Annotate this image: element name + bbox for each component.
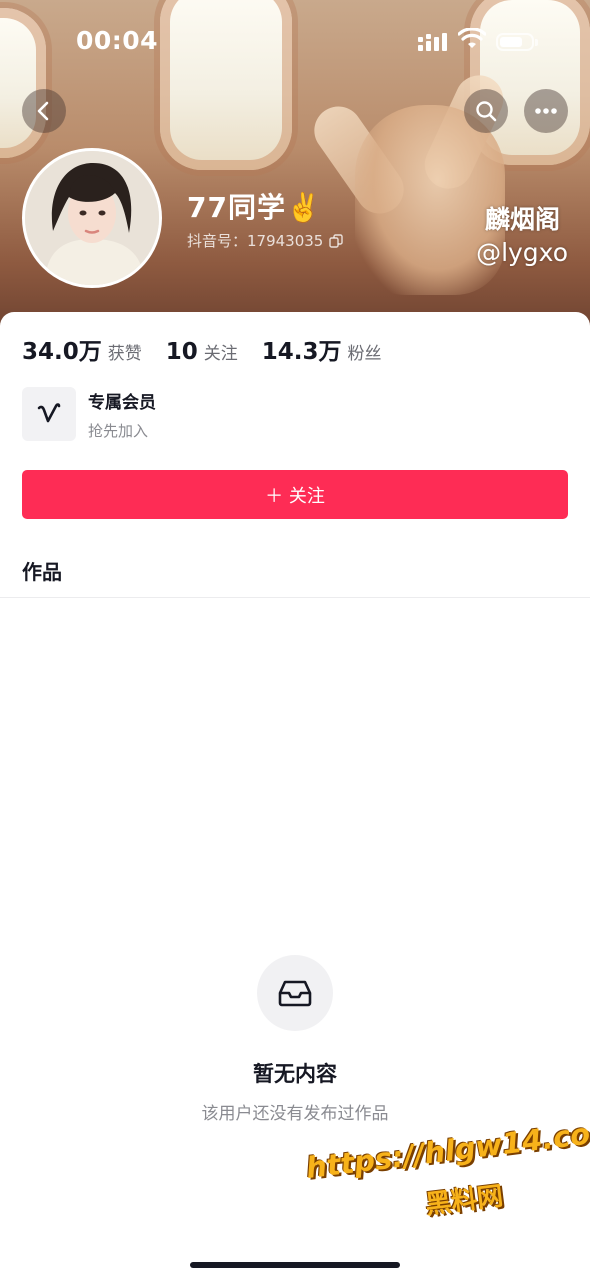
inbox-tray-icon [278,980,312,1007]
cellular-signal-icon [418,33,447,51]
wifi-icon [458,28,486,48]
stat-label: 粉丝 [347,344,382,364]
membership-subtitle: 抢先加入 [88,421,149,440]
membership-entry[interactable]: 专属会员 抢先加入 [22,387,156,441]
profile-cover: 00:04 77同学✌️ 抖音号：17943035 麟烟阁 @lygxo [0,0,590,330]
more-options-button[interactable] [524,89,568,133]
empty-state-title: 暂无内容 [253,1062,337,1086]
back-button[interactable] [22,89,66,133]
divider [0,597,590,598]
stat-followers[interactable]: 14.3万 粉丝 [262,332,382,366]
empty-state-icon [257,955,333,1031]
search-icon [476,101,497,122]
membership-icon [22,387,76,441]
stat-label: 关注 [203,344,238,364]
avatar[interactable] [22,148,162,288]
more-dots-icon [535,108,557,114]
douyin-id: 抖音号：17943035 [187,230,344,251]
stat-following[interactable]: 10 关注 [166,339,238,365]
stat-likes[interactable]: 34.0万 获赞 [22,332,142,366]
chevron-left-icon [37,101,49,121]
follow-button[interactable]: ＋ 关注 [22,470,568,519]
watermark-site: 黑料网 [423,1181,505,1221]
watermark-name: 麟烟阁 [484,205,560,234]
watermark-handle: @lygxo [476,238,568,267]
status-time: 00:04 [76,26,159,55]
profile-sheet: 34.0万 获赞 10 关注 14.3万 粉丝 专属会员 抢先加入 ＋ 关注 作… [0,312,590,1280]
stat-value: 14.3万 [261,339,342,365]
douyin-id-text: 抖音号：17943035 [187,232,324,250]
follow-button-label: ＋ 关注 [265,485,325,507]
stats-row: 34.0万 获赞 10 关注 14.3万 粉丝 [22,332,406,366]
v-logo-icon [37,403,61,423]
home-indicator[interactable] [190,1262,400,1268]
avatar-portrait [25,151,159,285]
tab-works[interactable]: 作品 [22,556,62,585]
copy-icon[interactable] [329,233,344,248]
status-bar: 00:04 [0,22,590,62]
search-button[interactable] [464,89,508,133]
stat-label: 获赞 [107,344,142,364]
profile-nickname: 77同学✌️ [187,191,322,224]
membership-title: 专属会员 [88,392,156,413]
stat-value: 10 [165,339,198,365]
stat-value: 34.0万 [22,339,102,365]
empty-state-subtitle: 该用户还没有发布过作品 [201,1104,389,1124]
battery-icon [496,33,538,51]
